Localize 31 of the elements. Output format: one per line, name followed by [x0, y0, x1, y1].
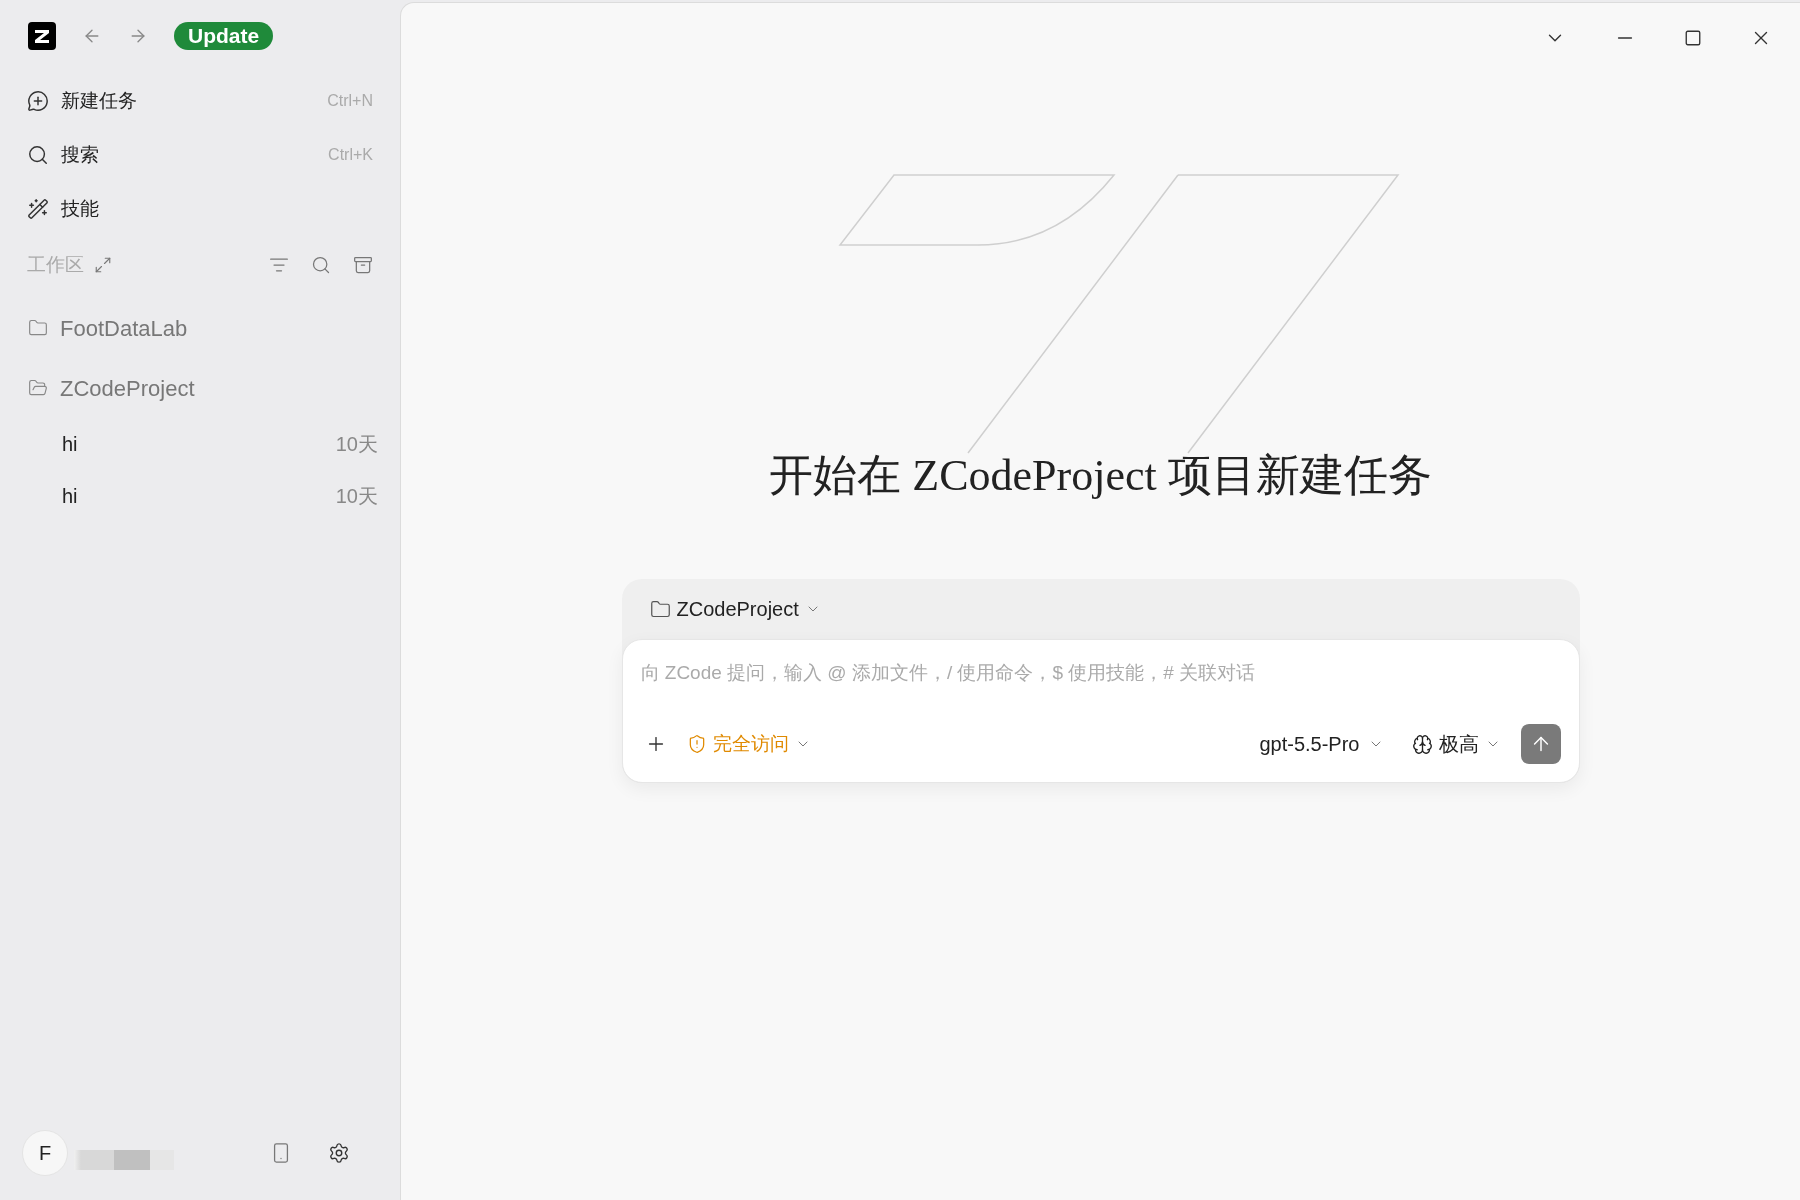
update-button[interactable]: Update [174, 22, 274, 50]
page-heading: 开始在 ZCodeProject 项目新建任务 [768, 450, 1433, 502]
search-button[interactable] [311, 255, 331, 275]
archive-button[interactable] [353, 255, 373, 275]
expand-icon[interactable] [94, 256, 112, 274]
brain-icon [1411, 733, 1433, 755]
send-button[interactable] [1520, 724, 1561, 764]
user-avatar[interactable]: F [22, 1130, 68, 1176]
nav-item[interactable]: 新建任务 Ctrl+N [22, 74, 378, 128]
nav-item[interactable]: 搜索 Ctrl+K [22, 128, 378, 182]
magic-wand-icon [27, 198, 49, 220]
chat-plus-icon [27, 90, 49, 112]
task-age: 10天 [335, 432, 378, 457]
search-icon [27, 144, 49, 166]
prompt-input[interactable]: 向 ZCode 提问，输入 @ 添加文件，/ 使用命令，$ 使用技能，# 关联对话 [640, 658, 1561, 688]
shortcut-label: Ctrl+K [328, 145, 373, 165]
project-item[interactable]: ZCodeProject [22, 358, 378, 418]
maximize-button[interactable] [1684, 29, 1702, 47]
folder-icon [649, 598, 671, 620]
settings-button[interactable] [328, 1142, 350, 1164]
project-selector[interactable]: ZCodeProject [621, 579, 1580, 639]
model-dropdown[interactable]: gpt-5.5-Pro [1259, 729, 1384, 759]
task-item[interactable]: hi 10天 [22, 418, 378, 470]
task-age: 10天 [335, 484, 378, 509]
section-label: 工作区 [27, 252, 84, 277]
nav-item[interactable]: 技能 [22, 182, 378, 236]
task-item[interactable]: hi 10天 [22, 470, 378, 522]
project-item[interactable]: FootDataLab [22, 298, 378, 358]
shortcut-label: Ctrl+N [327, 91, 373, 111]
app-logo [28, 22, 56, 50]
effort-dropdown[interactable]: 极高 [1411, 729, 1501, 759]
